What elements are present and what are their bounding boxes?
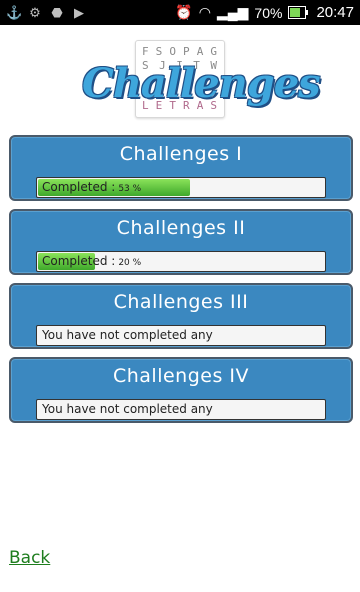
- logo-tile-letter: S: [155, 45, 164, 58]
- back-link[interactable]: Back: [9, 548, 50, 568]
- notification-icons: ⚓ ⚙ ⬣ ▶: [6, 4, 86, 21]
- challenge-card-3[interactable]: Challenges III You have not completed an…: [9, 283, 353, 349]
- wifi-icon: ◠: [198, 4, 211, 20]
- media-icon: ▶: [74, 4, 84, 20]
- battery-percent: 70%: [254, 4, 283, 21]
- alarm-icon: ⏰: [175, 4, 193, 20]
- challenge-card-2[interactable]: Challenges II Completed :20 %: [9, 209, 353, 275]
- challenge-title: Challenges I: [119, 143, 243, 165]
- app-logo: FSOPAG SJITW LETRAS Challenges: [78, 38, 321, 120]
- logo-tile-letter: O: [169, 45, 177, 58]
- progress-status: Completed :: [42, 180, 116, 194]
- logo-tile-letter: G: [210, 45, 218, 58]
- progress-status: You have not completed any: [42, 402, 213, 416]
- logo-tile-letter: P: [183, 45, 191, 58]
- logo-title: Challenges: [82, 60, 321, 107]
- challenge-title: Challenges II: [116, 217, 246, 239]
- signal-icon: ▂▄▆: [216, 4, 249, 20]
- progress-bar: Completed :20 %: [36, 251, 326, 272]
- progress-status: Completed :: [42, 254, 116, 268]
- progress-bar: You have not completed any: [36, 399, 326, 420]
- clock: 20:47: [316, 4, 354, 21]
- usb-icon: ⚓: [6, 4, 23, 20]
- logo-tile-letter: A: [196, 45, 205, 58]
- debug-icon: ⚙: [29, 4, 41, 20]
- challenge-title: Challenges IV: [112, 365, 250, 387]
- progress-percent: 20 %: [118, 258, 142, 268]
- logo-tile-letter: F: [142, 45, 150, 58]
- logo-tile-row: FSOPAG: [142, 45, 218, 58]
- battery-icon: [288, 6, 309, 19]
- system-icons: ⏰ ◠ ▂▄▆ 70% 20:47: [175, 0, 354, 25]
- challenge-title: Challenges III: [113, 291, 249, 313]
- progress-percent: 53 %: [118, 184, 142, 194]
- progress-status: You have not completed any: [42, 328, 213, 342]
- challenge-card-1[interactable]: Challenges I Completed :53 %: [9, 135, 353, 201]
- android-icon: ⬣: [51, 4, 63, 20]
- progress-bar: You have not completed any: [36, 325, 326, 346]
- challenge-card-4[interactable]: Challenges IV You have not completed any: [9, 357, 353, 423]
- status-bar: ⚓ ⚙ ⬣ ▶ ⏰ ◠ ▂▄▆ 70% 20:47: [0, 0, 360, 25]
- progress-bar: Completed :53 %: [36, 177, 326, 198]
